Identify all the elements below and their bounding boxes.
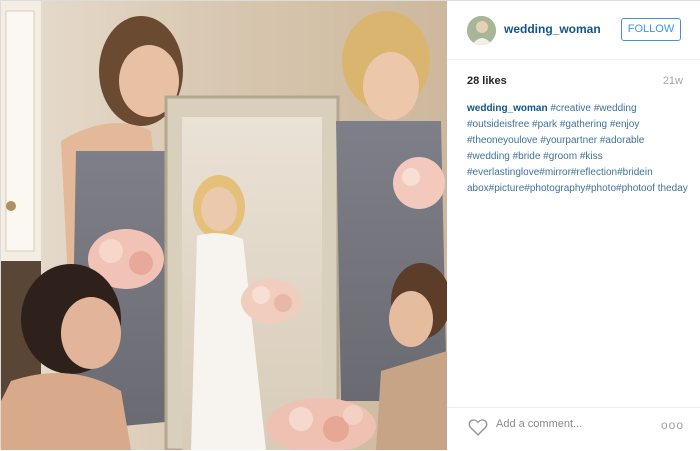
caption-hashtags[interactable]: #creative #wedding #outsideisfree #park … <box>467 103 688 194</box>
post-photo[interactable] <box>1 1 447 450</box>
avatar-image <box>467 16 496 45</box>
wedding-mirror-photo <box>1 1 447 450</box>
heart-icon[interactable] <box>467 416 489 438</box>
post-caption: wedding_woman #creative #wedding #outsid… <box>467 101 689 197</box>
post-footer: Add a comment... ooo <box>447 407 700 451</box>
post-meta: 28 likes 21w <box>467 75 683 91</box>
username-link[interactable]: wedding_woman <box>504 22 601 36</box>
caption-username[interactable]: wedding_woman <box>467 103 548 114</box>
instagram-post: wedding_woman FOLLOW 28 likes 21w weddin… <box>0 0 700 450</box>
likes-count[interactable]: 28 likes <box>467 75 507 87</box>
follow-button[interactable]: FOLLOW <box>621 18 681 41</box>
post-timestamp[interactable]: 21w <box>663 75 683 87</box>
post-header: wedding_woman FOLLOW <box>447 1 700 60</box>
avatar[interactable] <box>467 16 496 45</box>
post-sidebar: wedding_woman FOLLOW 28 likes 21w weddin… <box>447 1 700 450</box>
more-options-icon[interactable]: ooo <box>661 418 684 432</box>
add-comment-input[interactable]: Add a comment... <box>496 418 582 430</box>
